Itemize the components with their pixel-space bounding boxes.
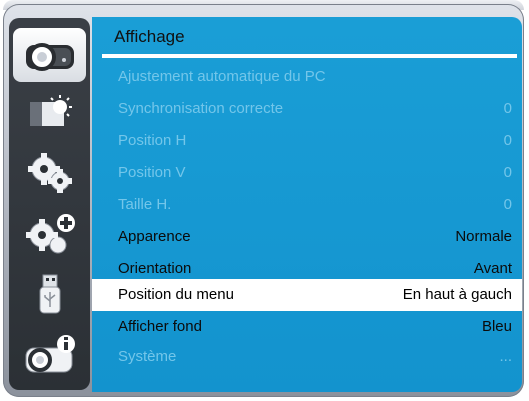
menu-item-menu-position[interactable]: Position du menu En haut à gauch [92, 279, 522, 311]
menu-item-value: ... [499, 348, 512, 365]
sidebar-item-info[interactable] [13, 328, 86, 382]
menu-item-background[interactable]: Afficher fond Bleu [92, 311, 522, 343]
menu-item-appearance[interactable]: Apparence Normale [92, 221, 522, 253]
menu-item-label: Position H [118, 132, 187, 149]
menu-item-label: Afficher fond [118, 318, 202, 335]
menu-item-label: Système [118, 348, 177, 365]
sidebar-item-picture[interactable] [13, 86, 86, 140]
menu-header: Affichage [92, 17, 522, 59]
settings-gear-icon [27, 153, 72, 193]
picture-brightness-icon [29, 95, 72, 126]
menu-item-label: Position V [118, 164, 186, 181]
menu-item-label: Ajustement automatique du PC [118, 68, 326, 85]
menu-item-label: Orientation [118, 260, 192, 277]
menu-item-label: Apparence [118, 228, 191, 245]
menu-panel: Affichage Ajustement automatique du PC S… [92, 17, 522, 392]
menu-item-h-size: Taille H. 0 [92, 189, 522, 221]
extended-settings-icon [25, 214, 75, 254]
sidebar-item-settings[interactable] [13, 146, 86, 200]
osd-sidebar [9, 18, 90, 390]
usb-icon [39, 274, 60, 314]
projector-display-icon [25, 43, 74, 71]
menu-item-value: 0 [503, 196, 512, 213]
sidebar-item-display[interactable] [13, 28, 86, 82]
menu-item-system: Système ... [92, 341, 522, 373]
menu-item-label: Taille H. [118, 196, 172, 213]
menu-item-value: Avant [473, 260, 512, 277]
menu-title: Affichage [114, 27, 185, 46]
menu-item-value: 0 [503, 132, 512, 149]
sidebar-item-usb[interactable] [13, 268, 86, 322]
projector-info-icon [25, 335, 75, 373]
menu-item-v-position: Position V 0 [92, 157, 522, 189]
menu-item-value: Normale [455, 228, 512, 245]
menu-item-auto-pc-adjust: Ajustement automatique du PC [92, 61, 522, 93]
menu-item-value: 0 [503, 164, 512, 181]
sidebar-item-extended[interactable] [13, 208, 86, 262]
menu-item-label: Position du menu [118, 286, 234, 303]
menu-item-value: Bleu [481, 318, 512, 335]
menu-item-label: Synchronisation correcte [118, 100, 284, 117]
title-divider [102, 54, 517, 58]
menu-item-fine-sync: Synchronisation correcte 0 [92, 93, 522, 125]
menu-item-h-position: Position H 0 [92, 125, 522, 157]
menu-item-value: En haut à gauch [402, 286, 512, 303]
menu-item-value: 0 [503, 100, 512, 117]
